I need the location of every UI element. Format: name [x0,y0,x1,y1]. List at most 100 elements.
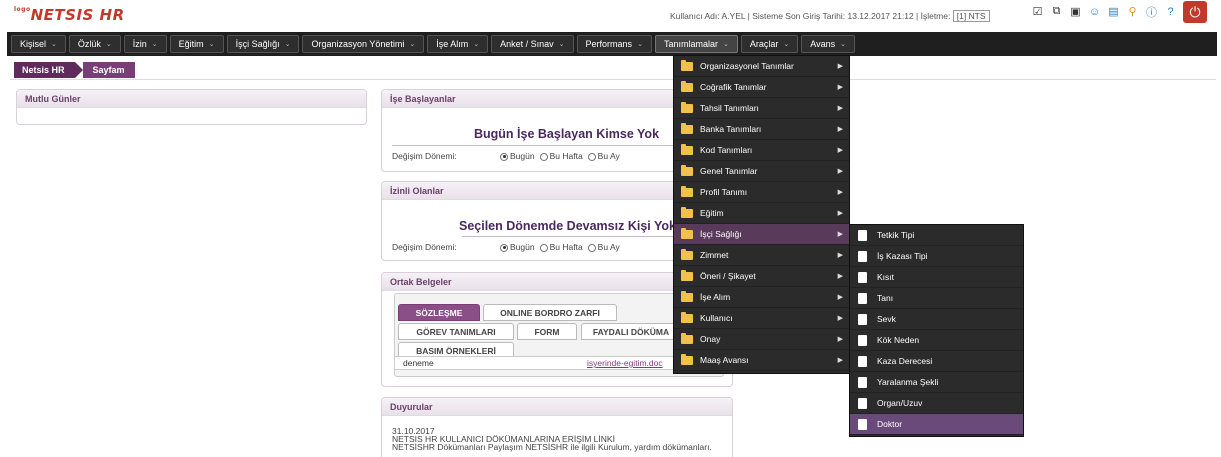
dd-item-cografik[interactable]: Coğrafik Tanımlar ▶ [674,77,849,98]
sub-item-kaza-derecesi[interactable]: Kaza Derecesi [850,351,1023,372]
sub-label: Kısıt [877,272,895,282]
menu-item-kisisel[interactable]: Kişisel ⌄ [11,35,66,53]
radio-icon [500,152,508,161]
radio-label: Bugün [510,151,535,161]
page-icon [858,355,867,367]
sub-label: Yaralanma Şekli [877,377,939,387]
info-icon[interactable]: ⓘ [1144,4,1159,19]
chart-icon[interactable]: ▤ [1106,4,1121,19]
radio-month[interactable]: Bu Ay [587,242,620,252]
sub-item-is-kazasi[interactable]: İş Kazası Tipi [850,246,1023,267]
menu-item-anket[interactable]: Anket / Sınav ⌄ [491,35,574,53]
dd-item-tahsil[interactable]: Tahsil Tanımları ▶ [674,98,849,119]
folder-icon [681,311,693,323]
menu-item-performans[interactable]: Performans ⌄ [576,35,652,53]
radio-icon [587,243,596,252]
folder-icon [681,248,693,260]
dd-label: Eğitim [700,208,724,218]
menu-label: Eğitim [178,39,204,49]
dd-item-ise-alim[interactable]: İşe Alım ▶ [674,287,849,308]
sub-label: Tanı [877,293,894,303]
dd-label: Banka Tanımları [700,124,762,134]
tab-form[interactable]: FORM [517,323,577,340]
dd-item-oneri[interactable]: Öneri / Şikayet ▶ [674,266,849,287]
chevron-down-icon: ⌄ [783,41,790,48]
monitor-icon[interactable]: ▣ [1068,4,1083,19]
sub-item-tetkik[interactable]: Tetkik Tipi [850,225,1023,246]
sub-item-yaralanma[interactable]: Yaralanma Şekli [850,372,1023,393]
search-key-icon[interactable]: ⚲ [1125,4,1140,19]
folder-icon [681,332,693,344]
page: logoNETSIS HR Kullanıcı Adı: A.YEL | Sis… [0,0,1221,457]
dd-label: İşçi Sağlığı [700,229,742,239]
chevron-down-icon: ⌄ [409,41,416,48]
dd-item-kod[interactable]: Kod Tanımları ▶ [674,140,849,161]
checkbox-icon[interactable]: ☑ [1030,4,1045,19]
sub-item-organ[interactable]: Organ/Uzuv [850,393,1023,414]
dd-label: Organizasyonel Tanımlar [700,61,794,71]
chevron-down-icon: ⌄ [637,41,643,48]
company-select[interactable]: [1] NTS [952,10,990,22]
folder-icon [681,269,693,281]
dd-item-egitim[interactable]: Eğitim ▶ [674,203,849,224]
dd-label: Zimmet [700,250,729,260]
sub-item-sevk[interactable]: Sevk [850,309,1023,330]
radio-label: Bu Ay [597,151,620,161]
document-link[interactable]: isyerinde-egitim.doc [587,357,663,369]
dd-item-kullanici[interactable]: Kullanıcı ▶ [674,308,849,329]
user-info-text: Kullanıcı Adı: A.YEL | Sisteme Son Giriş… [670,11,951,21]
dd-item-banka[interactable]: Banka Tanımları ▶ [674,119,849,140]
menu-label: İzin [132,39,147,49]
menu-label: Özlük [77,39,101,49]
tab-gorev-tanimlari[interactable]: GÖREV TANIMLARI [398,323,514,340]
dd-item-onay[interactable]: Onay ▶ [674,329,849,350]
tab-faydali-dokuman[interactable]: FAYDALI DÖKÜMA [581,323,681,340]
sub-item-tani[interactable]: Tanı [850,288,1023,309]
chevron-down-icon: ⌄ [840,41,846,48]
dd-item-profil[interactable]: Profil Tanımı ▶ [674,182,849,203]
sub-item-kok-neden[interactable]: Kök Neden [850,330,1023,351]
external-link-icon[interactable]: ⧉ [1049,4,1064,19]
radio-today[interactable]: Bugün [500,151,535,161]
dd-item-zimmet[interactable]: Zimmet ▶ [674,245,849,266]
breadcrumb-separator [74,62,83,78]
power-icon[interactable]: ⏻ [1183,1,1207,23]
dd-item-organizasyonel[interactable]: Organizasyonel Tanımlar ▶ [674,56,849,77]
breadcrumb-home[interactable]: Netsis HR [14,62,75,78]
menu-item-egitim[interactable]: Eğitim ⌄ [169,35,224,53]
folder-icon [681,80,693,92]
chevron-right-icon: ▶ [837,210,843,217]
menu-item-araclar[interactable]: Araçlar ⌄ [740,35,799,53]
radio-month[interactable]: Bu Ay [587,151,620,161]
users-icon[interactable]: ☺ [1087,4,1102,19]
menu-item-organizasyon[interactable]: Organizasyon Yönetimi ⌄ [302,35,425,53]
dd-item-genel[interactable]: Genel Tanımlar ▶ [674,161,849,182]
help-icon[interactable]: ? [1163,4,1178,19]
radio-label: Bu Hafta [549,151,583,161]
menu-item-isci-sagligi[interactable]: İşçi Sağlığı ⌄ [226,35,300,53]
panel-title: Mutlu Günler [17,90,366,108]
radio-today[interactable]: Bugün [500,242,535,252]
tab-online-bordro[interactable]: ONLINE BORDRO ZARFI [483,304,617,321]
menu-item-tanimlamalar[interactable]: Tanımlamalar ⌄ [654,35,738,53]
menu-item-ozluk[interactable]: Özlük ⌄ [68,35,121,53]
radio-week[interactable]: Bu Hafta [539,242,583,252]
period-label: Değişim Dönemi: [392,242,457,252]
dd-item-maas-avansi[interactable]: Maaş Avansı ▶ [674,350,849,371]
menu-label: Araçlar [749,39,779,49]
sub-item-kisit[interactable]: Kısıt [850,267,1023,288]
user-info: Kullanıcı Adı: A.YEL | Sisteme Son Giriş… [670,10,990,22]
menu-item-avans[interactable]: Avans ⌄ [801,35,855,53]
radio-week[interactable]: Bu Hafta [539,151,583,161]
menu-item-izin[interactable]: İzin ⌄ [123,35,167,53]
chevron-down-icon: ⌄ [284,41,291,48]
dd-item-isci-sagligi[interactable]: İşçi Sağlığı ▶ [674,224,849,245]
menu-item-ise-alim[interactable]: İşe Alım ⌄ [427,35,489,53]
tab-sozlesme[interactable]: SÖZLEŞME [398,304,480,321]
main-menu: Kişisel ⌄ Özlük ⌄ İzin ⌄ Eğitim ⌄ İşçi Sağlı… [7,32,1217,56]
menu-label: İşçi Sağlığı [235,39,280,49]
sub-label: Doktor [877,419,903,429]
logo[interactable]: logoNETSIS HR [14,6,125,24]
page-icon [858,313,867,325]
sub-item-doktor[interactable]: Doktor [850,414,1023,435]
